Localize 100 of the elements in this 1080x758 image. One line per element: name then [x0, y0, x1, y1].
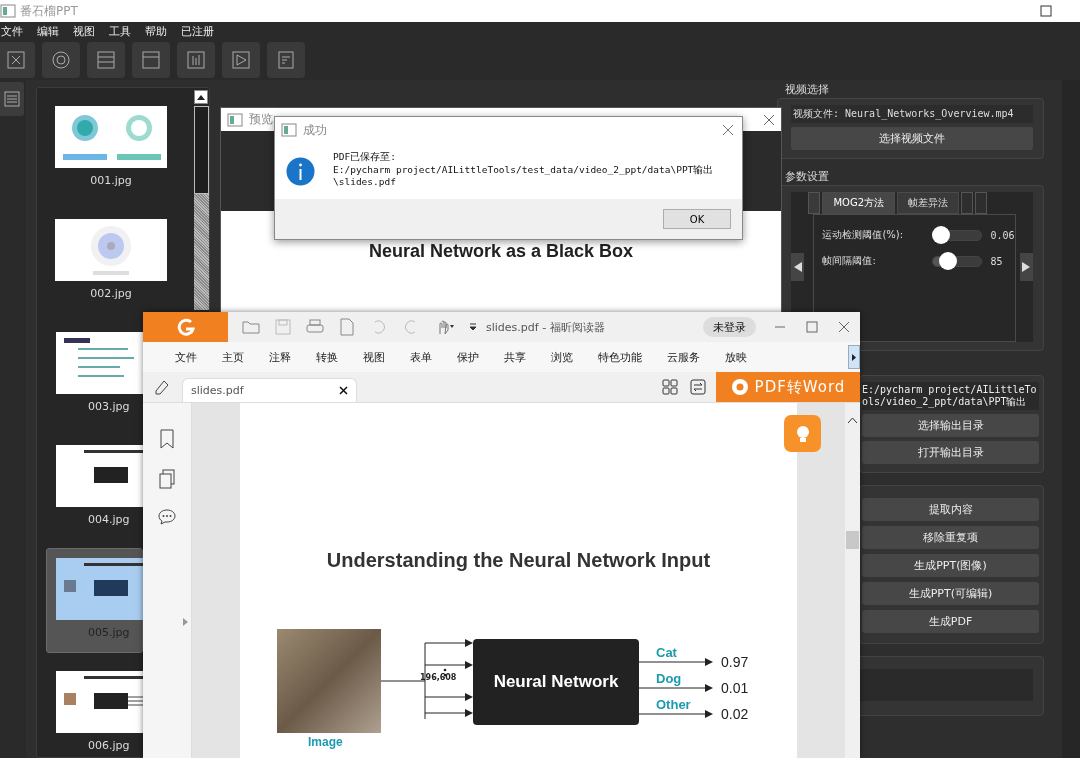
thumbnail-item[interactable]: 001.jpg [46, 96, 176, 201]
empty-tab[interactable] [975, 192, 988, 214]
toolbar-button[interactable] [267, 42, 305, 78]
menu-item[interactable]: 帮助 [145, 23, 167, 39]
action-button[interactable]: 提取内容 [862, 498, 1039, 521]
group-title: 参数设置 [784, 169, 830, 183]
slider-thumb[interactable] [931, 225, 950, 244]
action-button[interactable]: 生成PDF [862, 610, 1039, 633]
document-tab[interactable]: slides.pdf [182, 378, 357, 402]
scroll-right-button[interactable] [1019, 253, 1033, 281]
comment-icon[interactable] [158, 509, 176, 525]
ribbon-tab[interactable]: 注释 [269, 349, 291, 365]
tab[interactable]: 帧差异法 [897, 192, 960, 214]
ribbon-tab[interactable]: 表单 [410, 349, 432, 365]
tip-button[interactable] [784, 415, 821, 452]
slider-track[interactable] [932, 255, 983, 267]
ribbon-tab[interactable]: 共享 [504, 349, 526, 365]
thumbnail-item[interactable]: 003.jpg [46, 322, 143, 427]
toolbar-button[interactable] [132, 42, 170, 78]
document-icon [275, 49, 297, 71]
print-icon[interactable] [306, 318, 324, 336]
output-value: 0.02 [721, 706, 749, 722]
dialog-message: PDF已保存至: E:/pycharm project/AILittleTools/test_data/video_2_ppt/data\PPT输出 \slides.pdf [333, 151, 714, 189]
maximize-icon[interactable] [1040, 5, 1052, 17]
app-icon [227, 112, 243, 127]
swap-icon[interactable] [690, 379, 706, 395]
right-triangle-icon [1022, 262, 1031, 272]
toolbar-button[interactable] [222, 42, 260, 78]
app-icon [0, 4, 16, 18]
thumbnail-item[interactable]: 004.jpg [46, 435, 143, 540]
sidebar-toggle-button[interactable] [0, 82, 24, 116]
scroll-thumb[interactable] [194, 106, 209, 194]
right-triangle-icon [852, 353, 856, 361]
ribbon-tab[interactable]: 视图 [363, 349, 385, 365]
toolbar-button[interactable] [87, 42, 125, 78]
window-title: 番石榴PPT [20, 2, 78, 20]
image-caption: Image [308, 735, 343, 749]
ribbon-tab[interactable]: 特色功能 [598, 349, 642, 365]
window-title: slides.pdf - 福昕阅读器 [486, 319, 605, 335]
slider-thumb[interactable] [939, 251, 958, 270]
menu-item[interactable]: 视图 [73, 23, 95, 39]
pages-icon[interactable] [158, 469, 176, 489]
toolbar-button[interactable] [42, 42, 80, 78]
scroll-thumb[interactable] [846, 531, 859, 549]
menu-item[interactable]: 工具 [109, 23, 131, 39]
close-icon[interactable] [339, 386, 348, 395]
thumbnail-label: 004.jpg [88, 513, 130, 527]
output-value: 0.97 [721, 654, 749, 670]
scroll-left-button[interactable] [791, 253, 805, 281]
reader-logo-icon [176, 318, 195, 336]
dialog-title: 成功 [303, 121, 327, 139]
ribbon-tab[interactable]: 浏览 [551, 349, 573, 365]
ribbon-tab[interactable]: 放映 [725, 349, 747, 365]
thumbnail-item[interactable]: 006.jpg [46, 661, 143, 758]
action-button[interactable]: 生成PPT(可编辑) [862, 582, 1039, 605]
login-button[interactable]: 未登录 [703, 317, 756, 337]
thumbnail-label: 006.jpg [88, 739, 130, 753]
grid-icon[interactable] [662, 379, 678, 395]
output-folder-button[interactable]: 选择输出目录 [862, 414, 1039, 437]
group-title: 视频选择 [784, 82, 830, 96]
toolbar-button[interactable] [0, 42, 35, 78]
thumbnail-label: 003.jpg [88, 400, 130, 414]
slider-label: 运动检测阈值(%): [822, 228, 905, 242]
ribbon-tab[interactable]: 主页 [222, 349, 244, 365]
ribbon-tab[interactable]: 文件 [175, 349, 197, 365]
output-label: Dog [656, 671, 682, 686]
empty-tab[interactable] [961, 192, 974, 214]
thumbnail-label: 001.jpg [90, 174, 132, 188]
maximize-icon[interactable] [806, 321, 818, 333]
ribbon-tab[interactable]: 保护 [457, 349, 479, 365]
convert-logo-icon [730, 378, 749, 396]
info-icon [286, 157, 315, 186]
list-icon [4, 91, 20, 107]
ribbon-tab[interactable]: 云服务 [667, 349, 700, 365]
tab[interactable]: MOG2方法 [822, 192, 896, 214]
ribbon-tab[interactable]: 转换 [316, 349, 338, 365]
thumbnail-item[interactable]: 002.jpg [46, 209, 176, 314]
menu-item[interactable]: 已注册 [181, 23, 214, 39]
menu-item[interactable]: 编辑 [37, 23, 59, 39]
slider-track[interactable] [932, 229, 983, 241]
partial-tab[interactable] [808, 192, 821, 214]
page-heading: Understanding the Neural Network Input [325, 549, 712, 572]
slider-label: 帧间隔阈值: [822, 254, 877, 268]
output-folder-button[interactable]: 打开输出目录 [862, 441, 1039, 464]
bars-icon [185, 49, 207, 71]
up-arrow-icon[interactable] [197, 94, 206, 100]
ribbon-scroll-button[interactable] [848, 345, 860, 369]
video-file-label: 视频文件: Neural_Networks_Overview.mp4 [791, 105, 1033, 123]
scrollbar[interactable] [845, 403, 860, 758]
menu-item[interactable]: 文件 [1, 23, 23, 39]
choose-video-button[interactable]: 选择视频文件 [791, 127, 1033, 150]
action-button[interactable]: 移除重复项 [862, 526, 1039, 549]
expand-arrow-icon[interactable] [183, 618, 188, 626]
ok-button[interactable]: OK [663, 209, 731, 229]
scrollbar[interactable] [194, 90, 209, 310]
output-label: Other [656, 697, 691, 712]
action-button[interactable]: 生成PPT(图像) [862, 554, 1039, 577]
toolbar-button[interactable] [177, 42, 215, 78]
eraser-icon[interactable] [152, 378, 170, 396]
bookmark-icon[interactable] [159, 429, 175, 449]
